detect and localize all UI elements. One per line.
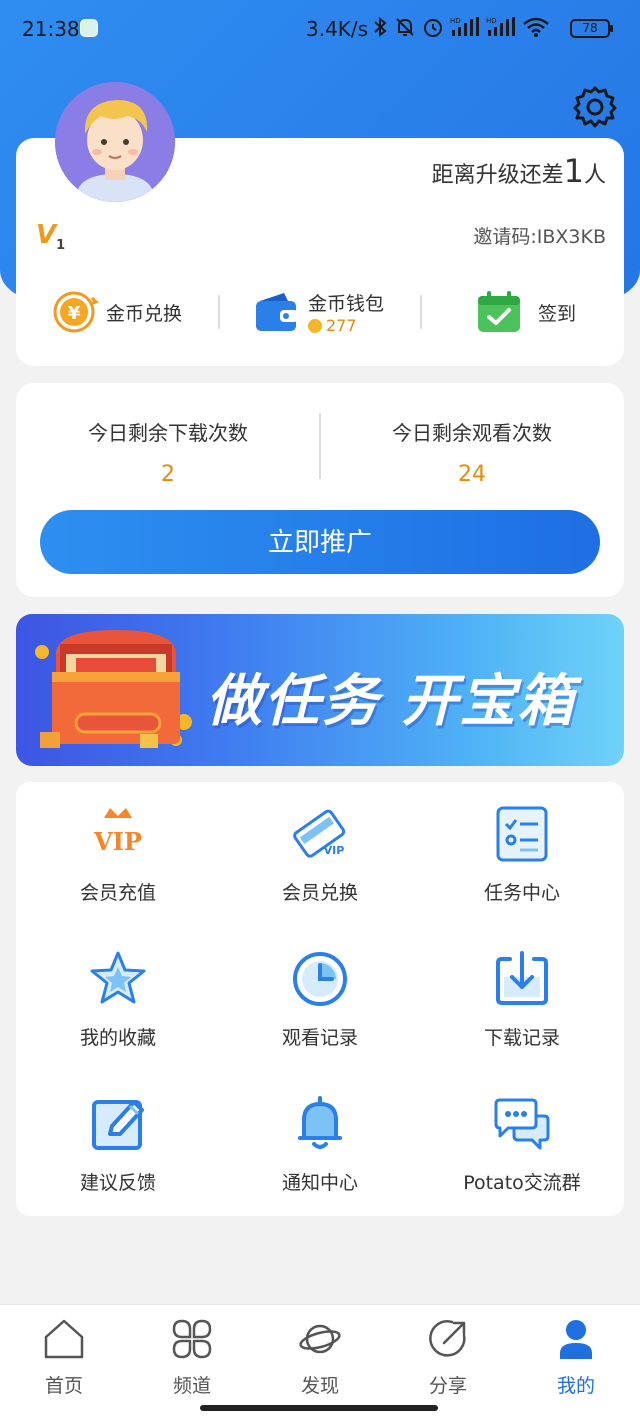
share-icon bbox=[429, 1320, 466, 1357]
coin-exchange-label: 金币兑换 bbox=[106, 302, 183, 325]
alarm-icon bbox=[424, 19, 442, 37]
grid-label: 下载记录 bbox=[483, 1027, 560, 1049]
tab-channel[interactable]: 频道 bbox=[128, 1315, 256, 1397]
signal-hd-2-icon: HD bbox=[486, 17, 515, 36]
settings-gear-icon[interactable] bbox=[573, 84, 617, 128]
notification-app-icon bbox=[80, 19, 98, 37]
grid-label: 通知中心 bbox=[281, 1172, 358, 1194]
upgrade-count: 1 bbox=[563, 152, 584, 190]
home-indicator bbox=[200, 1405, 438, 1411]
bluetooth-icon bbox=[374, 16, 387, 38]
yuan-coin-icon: ¥ bbox=[53, 291, 99, 333]
grid-label: 观看记录 bbox=[281, 1027, 358, 1049]
tab-label: 频道 bbox=[172, 1375, 211, 1397]
level-number: 1 bbox=[56, 238, 66, 254]
wifi-icon bbox=[523, 17, 549, 37]
user-icon bbox=[560, 1320, 592, 1359]
invite-code[interactable]: 邀请码:IBX3KB bbox=[473, 222, 606, 249]
wallet-balance: 277 bbox=[326, 316, 357, 335]
tab-label: 首页 bbox=[44, 1375, 83, 1397]
user-avatar[interactable] bbox=[55, 82, 175, 202]
level-letter: V bbox=[36, 220, 57, 250]
grid-label: 任务中心 bbox=[483, 882, 560, 904]
download-label: 今日剩余下载次数 bbox=[88, 421, 248, 445]
checkin-button[interactable]: 签到 bbox=[476, 283, 576, 341]
edit-icon bbox=[92, 1100, 144, 1150]
stats-card: 今日剩余下载次数 2 今日剩余观看次数 24 立即推广 bbox=[16, 383, 624, 597]
upgrade-progress: 距离升级还差1人 bbox=[432, 152, 606, 190]
grid-label: 会员兑换 bbox=[281, 882, 358, 904]
vip-card-icon: VIP bbox=[293, 809, 346, 858]
status-icons: HD HD bbox=[372, 16, 550, 38]
planet-icon bbox=[299, 1324, 341, 1354]
divider bbox=[420, 295, 422, 329]
svg-text:¥: ¥ bbox=[68, 303, 81, 324]
clock-icon bbox=[293, 952, 347, 1006]
grid-item-vip-exchange[interactable]: VIP 会员兑换 bbox=[220, 782, 420, 912]
coin-exchange-button[interactable]: ¥ 金币兑换 bbox=[52, 283, 182, 341]
signal-hd-icon: HD bbox=[450, 17, 479, 36]
tab-label: 分享 bbox=[428, 1375, 467, 1397]
grid-item-favorites[interactable]: 我的收藏 bbox=[18, 927, 218, 1057]
tab-label: 发现 bbox=[300, 1375, 339, 1397]
promote-button[interactable]: 立即推广 bbox=[40, 510, 600, 574]
coin-wallet-label: 金币钱包 bbox=[308, 293, 385, 315]
download-value: 2 bbox=[161, 462, 175, 487]
download-stat: 今日剩余下载次数 2 bbox=[18, 417, 318, 487]
home-icon bbox=[44, 1319, 84, 1359]
grid-item-potato-group[interactable]: Potato交流群 bbox=[422, 1072, 622, 1202]
grid-item-vip-recharge[interactable]: VIP 会员充值 bbox=[18, 782, 218, 912]
feature-grid: VIP 会员充值 VIP 会员兑换 任务中心 我的收藏 观看记录 下载记录 建议… bbox=[16, 782, 624, 1216]
avatar-illustration bbox=[55, 82, 175, 202]
watch-value: 24 bbox=[458, 462, 486, 487]
channel-icon bbox=[172, 1319, 212, 1359]
tab-share[interactable]: 分享 bbox=[384, 1315, 512, 1397]
quick-actions-row: ¥ 金币兑换 金币钱包 277 签到 bbox=[16, 283, 624, 341]
grid-item-notifications[interactable]: 通知中心 bbox=[220, 1072, 420, 1202]
download-icon bbox=[496, 951, 548, 1005]
tab-mine[interactable]: 我的 bbox=[512, 1315, 640, 1397]
vip-crown-icon: VIP bbox=[93, 808, 142, 856]
tab-home[interactable]: 首页 bbox=[0, 1315, 128, 1397]
tab-discover[interactable]: 发现 bbox=[256, 1315, 384, 1397]
tab-label: 我的 bbox=[556, 1375, 595, 1397]
upgrade-prefix: 距离升级还差 bbox=[431, 163, 564, 188]
svg-text:VIP: VIP bbox=[93, 827, 142, 856]
battery-indicator: 78 bbox=[570, 19, 613, 38]
svg-text:VIP: VIP bbox=[324, 844, 345, 857]
bell-icon bbox=[298, 1096, 342, 1149]
level-badge: V1 bbox=[36, 220, 65, 253]
coin-wallet-button[interactable]: 金币钱包 277 bbox=[254, 283, 384, 341]
mute-bell-icon bbox=[396, 18, 414, 36]
watch-label: 今日剩余观看次数 bbox=[392, 421, 552, 445]
divider bbox=[218, 295, 220, 329]
treasure-chest-icon bbox=[35, 630, 192, 748]
chat-icon bbox=[494, 1098, 550, 1150]
grid-item-task-center[interactable]: 任务中心 bbox=[422, 782, 622, 912]
network-speed: 3.4K/s bbox=[306, 17, 369, 41]
svg-text:HD: HD bbox=[486, 17, 497, 25]
status-bar: 21:38 3.4K/s HD HD 78 bbox=[0, 0, 640, 58]
grid-label: 我的收藏 bbox=[79, 1027, 156, 1049]
divider bbox=[319, 413, 321, 479]
grid-label: Potato交流群 bbox=[463, 1172, 581, 1194]
upgrade-suffix: 人 bbox=[583, 163, 606, 188]
checkin-label: 签到 bbox=[538, 302, 577, 325]
grid-item-feedback[interactable]: 建议反馈 bbox=[18, 1072, 218, 1202]
status-time: 21:38 bbox=[22, 17, 80, 41]
grid-label: 会员充值 bbox=[79, 882, 156, 904]
wallet-icon bbox=[256, 293, 298, 331]
grid-item-download-history[interactable]: 下载记录 bbox=[422, 927, 622, 1057]
grid-item-watch-history[interactable]: 观看记录 bbox=[220, 927, 420, 1057]
task-list-icon bbox=[496, 806, 548, 862]
banner-text: 做任务 开宝箱 bbox=[206, 669, 576, 734]
watch-stat: 今日剩余观看次数 24 bbox=[322, 417, 622, 487]
grid-label: 建议反馈 bbox=[79, 1172, 156, 1194]
star-icon bbox=[90, 951, 146, 1004]
coin-icon bbox=[308, 318, 322, 333]
svg-text:HD: HD bbox=[450, 17, 461, 25]
calendar-check-icon bbox=[478, 291, 520, 332]
task-treasure-banner[interactable]: 做任务 开宝箱 bbox=[16, 614, 624, 766]
